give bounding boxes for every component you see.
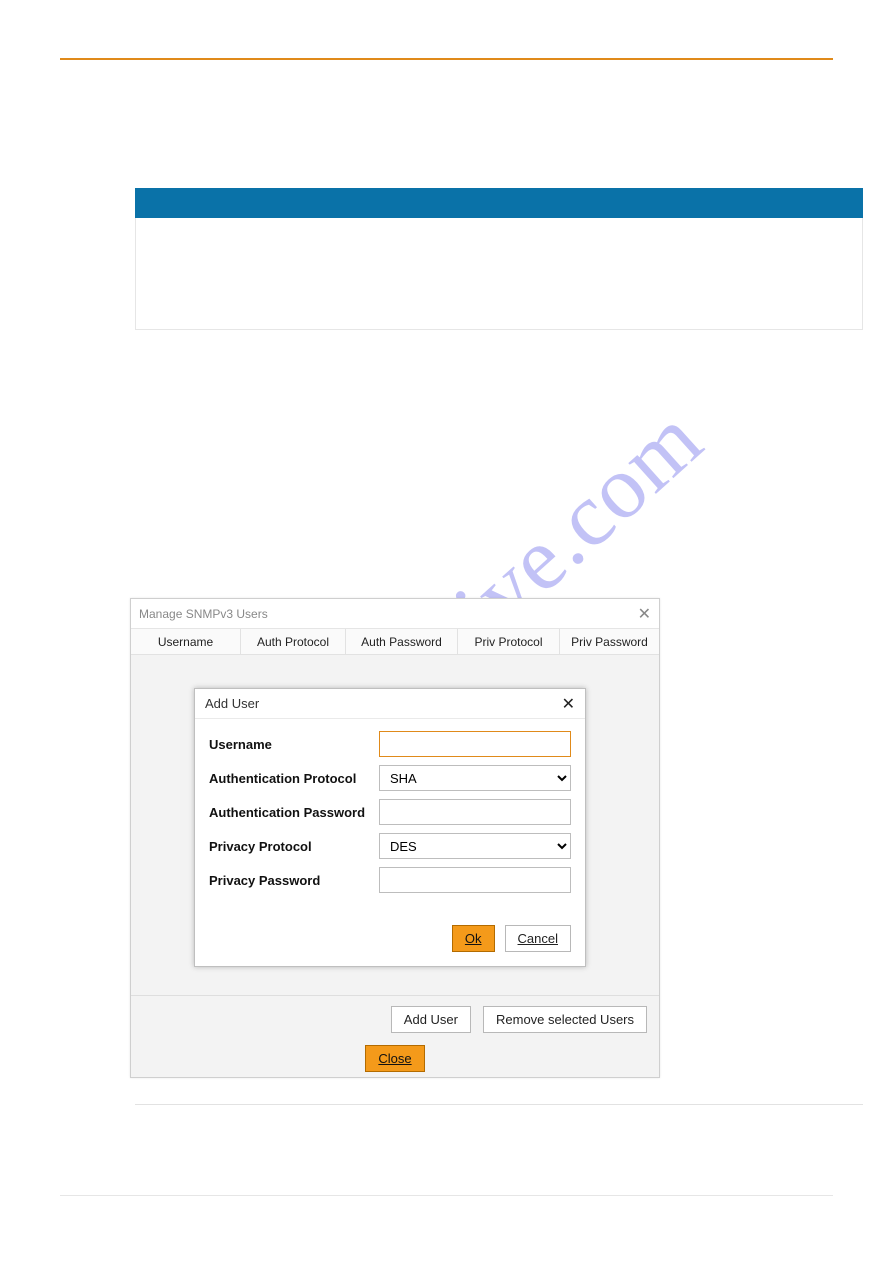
auth-password-label: Authentication Password: [209, 805, 379, 820]
inner-dialog-titlebar[interactable]: Add User ✕: [195, 689, 585, 719]
white-panel: [135, 218, 863, 330]
outer-dialog-footer: Add User Remove selected Users Close: [131, 995, 659, 1084]
user-table-headers: Username Auth Protocol Auth Password Pri…: [131, 629, 659, 655]
priv-password-label: Privacy Password: [209, 873, 379, 888]
manage-snmpv3-users-dialog: Manage SNMPv3 Users ✕ Username Auth Prot…: [130, 598, 660, 1078]
ok-button-label: Ok: [465, 931, 482, 946]
outer-dialog-title: Manage SNMPv3 Users: [139, 607, 638, 621]
col-priv-protocol[interactable]: Priv Protocol: [458, 629, 560, 654]
auth-protocol-select[interactable]: SHA: [379, 765, 571, 791]
auth-protocol-label: Authentication Protocol: [209, 771, 379, 786]
auth-password-field[interactable]: [379, 799, 571, 825]
cancel-button-label: Cancel: [518, 931, 558, 946]
blue-bar: [135, 188, 863, 218]
user-table-body: Add User ✕ Username Authentication Proto…: [131, 655, 659, 995]
col-auth-password[interactable]: Auth Password: [346, 629, 458, 654]
close-button[interactable]: Close: [365, 1045, 424, 1072]
col-priv-password[interactable]: Priv Password: [560, 629, 659, 654]
footer-rule: [60, 1195, 833, 1196]
priv-protocol-label: Privacy Protocol: [209, 839, 379, 854]
col-username[interactable]: Username: [131, 629, 241, 654]
add-user-button[interactable]: Add User: [391, 1006, 471, 1033]
mid-rule: [135, 1104, 863, 1105]
cancel-button[interactable]: Cancel: [505, 925, 571, 952]
remove-selected-users-button[interactable]: Remove selected Users: [483, 1006, 647, 1033]
outer-dialog-titlebar[interactable]: Manage SNMPv3 Users ✕: [131, 599, 659, 629]
close-icon[interactable]: ✕: [562, 694, 575, 714]
col-auth-protocol[interactable]: Auth Protocol: [241, 629, 346, 654]
priv-protocol-select[interactable]: DES: [379, 833, 571, 859]
page-top-rule: [60, 58, 833, 60]
close-icon[interactable]: ✕: [638, 604, 651, 624]
username-label: Username: [209, 737, 379, 752]
priv-password-field[interactable]: [379, 867, 571, 893]
username-field[interactable]: [379, 731, 571, 757]
add-user-dialog: Add User ✕ Username Authentication Proto…: [194, 688, 586, 967]
ok-button[interactable]: Ok: [452, 925, 495, 952]
close-button-label: Close: [378, 1051, 411, 1066]
inner-dialog-actions: Ok Cancel: [195, 905, 585, 966]
inner-dialog-title: Add User: [205, 696, 562, 711]
add-user-form: Username Authentication Protocol SHA Aut…: [195, 719, 585, 905]
